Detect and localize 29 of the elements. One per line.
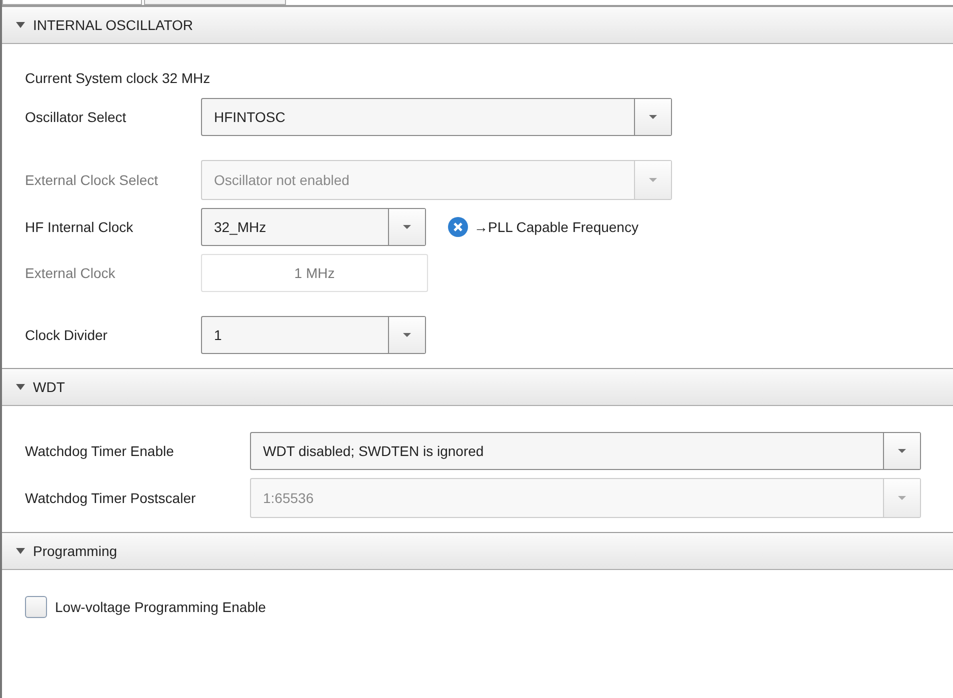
field-label: Oscillator Select — [25, 109, 128, 125]
section-header[interactable]: Programming — [2, 532, 953, 570]
collapse-icon — [16, 22, 25, 28]
field-label: Clock Divider — [25, 327, 108, 343]
note-text: →PLL Capable Frequency — [474, 219, 638, 235]
field-label: Watchdog Timer Postscaler — [25, 490, 197, 506]
dropdown[interactable]: WDT disabled; SWDTEN is ignored — [250, 432, 921, 470]
caret-icon — [649, 115, 657, 119]
close-icon[interactable] — [448, 217, 468, 237]
dropdown[interactable]: HFINTOSC — [201, 98, 672, 136]
section-header[interactable]: WDT — [2, 368, 953, 406]
dropdown[interactable]: 32_MHz — [201, 208, 426, 246]
field-label: Watchdog Timer Enable — [25, 443, 175, 459]
checkbox-label: Low-voltage Programming Enable — [55, 599, 266, 615]
caret-icon — [898, 496, 906, 500]
caret-icon — [898, 449, 906, 453]
caret-icon — [649, 178, 657, 182]
field-label: External Clock — [25, 265, 116, 281]
field-label: HF Internal Clock — [25, 219, 134, 235]
clock-value: 32 MHz — [162, 70, 210, 86]
dropdown[interactable]: 1 — [201, 316, 426, 354]
checkbox[interactable] — [25, 596, 47, 618]
field-label: External Clock Select — [25, 172, 160, 188]
caret-icon — [403, 225, 411, 229]
collapse-icon — [16, 384, 25, 390]
collapse-icon — [16, 548, 25, 554]
field-label: Current System clock — [25, 70, 158, 86]
section-header[interactable]: INTERNAL OSCILLATOR — [2, 6, 953, 44]
caret-icon — [403, 333, 411, 337]
